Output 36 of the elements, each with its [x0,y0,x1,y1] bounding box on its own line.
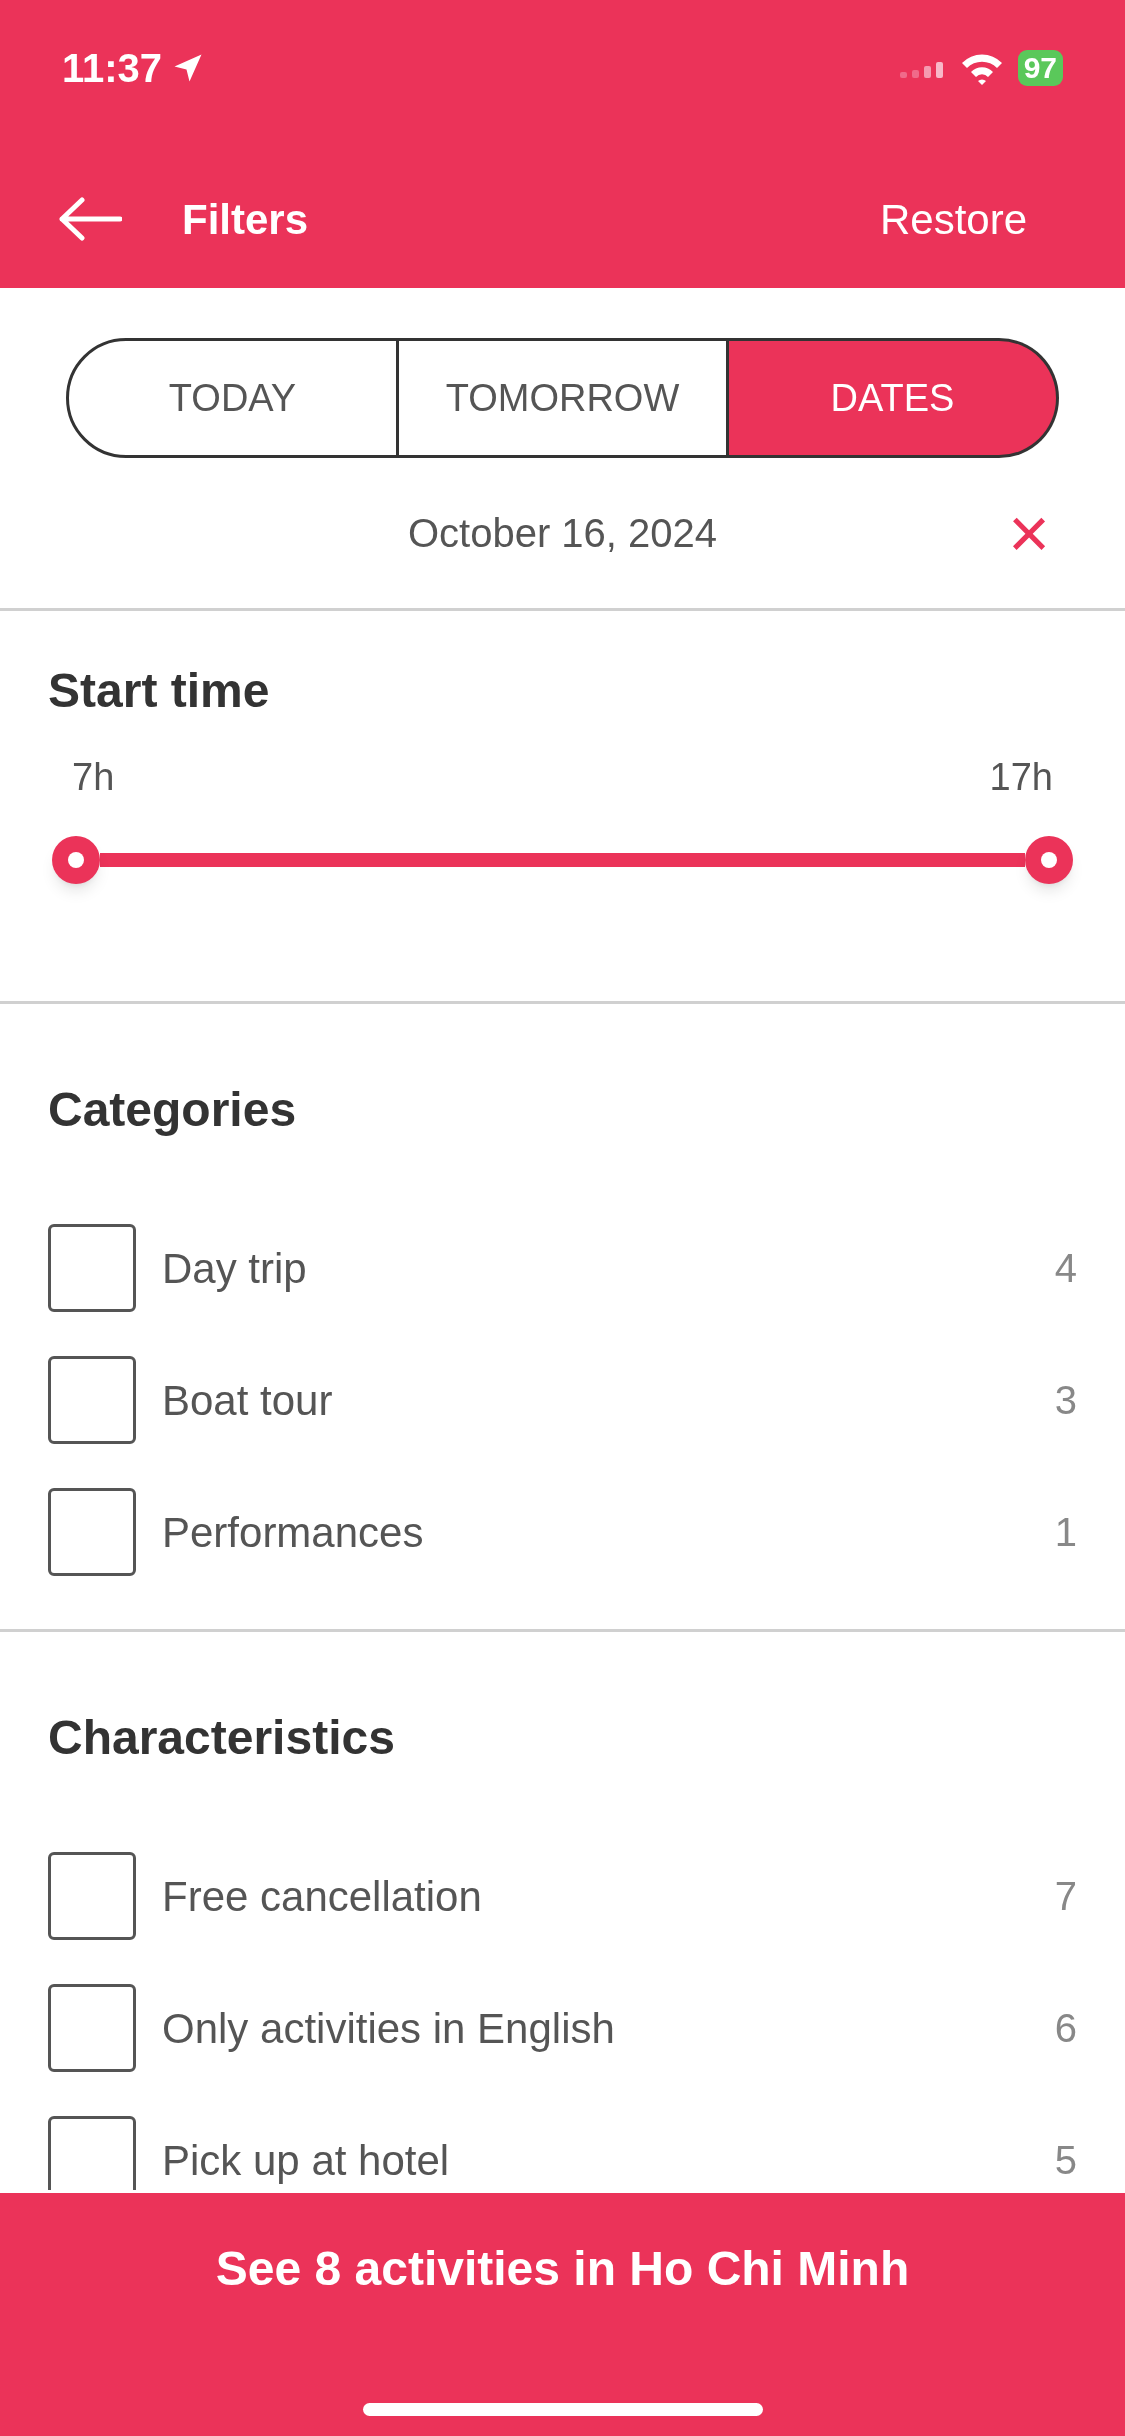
section-title: Start time [48,663,271,719]
checkbox[interactable] [48,1224,136,1312]
day-tab[interactable]: DATES [729,338,1059,458]
status-time: 11:37 [62,45,163,92]
option-label: Performances [162,1507,425,1558]
checkbox[interactable] [48,1984,136,2072]
checkbox[interactable] [48,1356,136,1444]
option-count: 1 [1054,1509,1077,1556]
back-arrow-icon[interactable] [58,197,122,241]
option-count: 7 [1054,1873,1077,1920]
selected-date: October 16, 2024 [406,510,719,557]
screen-title: Filters [182,194,309,245]
slider-thumb[interactable] [52,836,100,884]
checkbox[interactable] [48,1488,136,1576]
see-activities-button[interactable]: See 8 activities in Ho Chi Minh [215,2233,910,2303]
section-title: Characteristics [48,1710,396,1766]
option-count: 6 [1054,2005,1077,2052]
min-time-label: 7h [72,755,115,800]
option-label: Boat tour [162,1375,334,1426]
option-count: 5 [1054,2137,1077,2184]
option-label: Only activities in English [162,2003,616,2054]
checkbox[interactable] [48,2116,136,2190]
max-time-label: 17h [989,755,1053,800]
day-tab[interactable]: TODAY [66,338,399,458]
restore-button[interactable]: Restore [879,187,1027,251]
option-label: Free cancellation [162,1871,483,1922]
option-count: 4 [1054,1245,1077,1292]
option-count: 3 [1054,1377,1077,1424]
option-label: Day trip [162,1243,308,1294]
slider-thumb[interactable] [1025,836,1073,884]
checkbox[interactable] [48,1852,136,1940]
option-label: Pick up at hotel [162,2135,451,2186]
clear-date-button[interactable]: × [999,497,1059,569]
day-tab[interactable]: TOMORROW [399,338,729,458]
section-title: Categories [48,1082,298,1138]
battery-icon: 97 [1017,50,1063,86]
